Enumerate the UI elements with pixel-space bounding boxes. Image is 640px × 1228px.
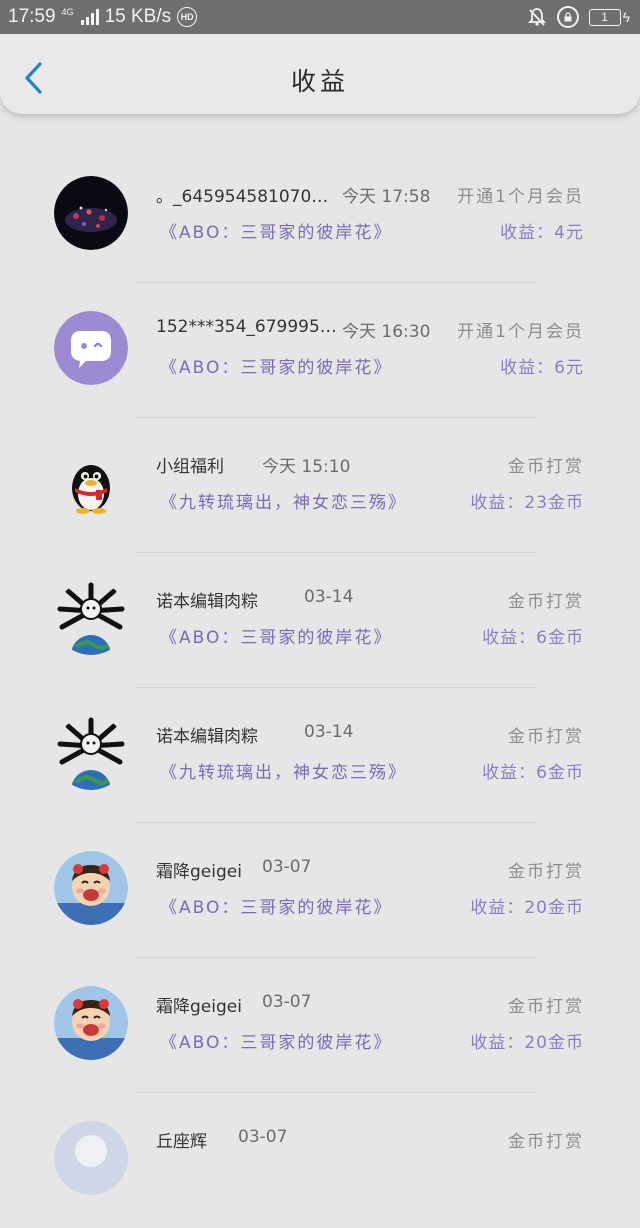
list-item[interactable]: 霜降geigei 03-07 金币打赏 《ABO：三哥家的彼岸花》 收益：20金…: [0, 958, 640, 1093]
user-name: 小组福利: [156, 457, 224, 477]
record-time: 03-14: [304, 722, 354, 742]
earning-type: 开通1个月会员: [457, 322, 584, 342]
book-title: 《ABO：三哥家的彼岸花》: [160, 223, 393, 243]
earnings-list: 。_645954581070… 今天 17:58 开通1个月会员 《ABO：三哥…: [0, 148, 640, 1228]
earning-amount: 收益：20金币: [470, 898, 584, 918]
book-title: 《ABO：三哥家的彼岸花》: [160, 1033, 393, 1053]
user-name: 霜降geigei: [156, 997, 242, 1017]
list-item[interactable]: 诺本编辑肉粽 03-14 金币打赏 《九转琉璃出，神女恋三殇》 收益：6金币: [0, 688, 640, 823]
list-item[interactable]: 小组福利 今天 15:10 金币打赏 《九转琉璃出，神女恋三殇》 收益：23金币: [0, 418, 640, 553]
app-header: 收益: [0, 34, 640, 114]
avatar: [54, 581, 128, 655]
user-name: 丘座辉: [156, 1132, 207, 1152]
list-item[interactable]: 霜降geigei 03-07 金币打赏 《ABO：三哥家的彼岸花》 收益：20金…: [0, 823, 640, 958]
book-title: 《ABO：三哥家的彼岸花》: [160, 628, 393, 648]
record-time: 今天 17:58: [342, 187, 431, 207]
list-item[interactable]: 152***354_679995… 今天 16:30 开通1个月会员 《ABO：…: [0, 283, 640, 418]
earning-amount: 收益：20金币: [470, 1033, 584, 1053]
user-name: 152***354_679995…: [156, 317, 337, 337]
user-name: 诺本编辑肉粽: [156, 592, 258, 612]
earning-type: 开通1个月会员: [457, 187, 584, 207]
earning-type: 金币打赏: [508, 1132, 584, 1152]
earning-amount: 收益：6金币: [482, 763, 584, 783]
record-time: 03-07: [262, 857, 312, 877]
avatar: [54, 311, 128, 385]
avatar: [54, 176, 128, 250]
user-name: 霜降geigei: [156, 862, 242, 882]
user-name: 。_645954581070…: [156, 187, 329, 207]
battery-level: 1: [588, 8, 621, 26]
record-time: 今天 16:30: [342, 322, 431, 342]
network-type: 4G: [61, 6, 74, 17]
page-title: 收益: [290, 67, 349, 96]
list-item[interactable]: 丘座辉 03-07 金币打赏: [0, 1093, 640, 1228]
network-speed: 15 KB/s: [104, 6, 172, 27]
book-title: 《ABO：三哥家的彼岸花》: [160, 358, 393, 378]
earning-amount: 收益：23金币: [470, 493, 584, 513]
list-item[interactable]: 诺本编辑肉粽 03-14 金币打赏 《ABO：三哥家的彼岸花》 收益：6金币: [0, 553, 640, 688]
record-time: 今天 15:10: [262, 457, 351, 477]
status-bar: 17:59 4G 15 KB/s HD 1 ϟ: [0, 0, 640, 34]
avatar: [54, 986, 128, 1060]
avatar: [54, 1121, 128, 1195]
hd-icon: HD: [177, 7, 198, 27]
avatar: [54, 851, 128, 925]
earning-type: 金币打赏: [508, 997, 584, 1017]
earning-amount: 收益：6元: [500, 358, 584, 378]
earning-amount: 收益：6金币: [482, 628, 584, 648]
list-item[interactable]: 。_645954581070… 今天 17:58 开通1个月会员 《ABO：三哥…: [0, 148, 640, 283]
status-time: 17:59: [8, 6, 56, 27]
earning-type: 金币打赏: [508, 457, 584, 477]
signal-icon: [80, 9, 99, 25]
earning-type: 金币打赏: [508, 727, 584, 747]
earning-amount: 收益：4元: [500, 223, 584, 243]
user-name: 诺本编辑肉粽: [156, 727, 258, 747]
book-title: 《九转琉璃出，神女恋三殇》: [160, 493, 407, 513]
rotation-lock-icon: [556, 6, 579, 28]
record-time: 03-07: [238, 1127, 288, 1147]
earning-type: 金币打赏: [508, 862, 584, 882]
avatar: [54, 716, 128, 790]
battery-icon: 1 ϟ: [588, 8, 630, 26]
mute-bell-icon: [527, 8, 546, 26]
book-title: 《ABO：三哥家的彼岸花》: [160, 898, 393, 918]
earning-type: 金币打赏: [508, 592, 584, 612]
penguin-icon: [54, 446, 128, 520]
book-title: 《九转琉璃出，神女恋三殇》: [160, 763, 407, 783]
charging-icon: ϟ: [622, 9, 630, 25]
record-time: 03-07: [262, 992, 312, 1012]
record-time: 03-14: [304, 587, 354, 607]
